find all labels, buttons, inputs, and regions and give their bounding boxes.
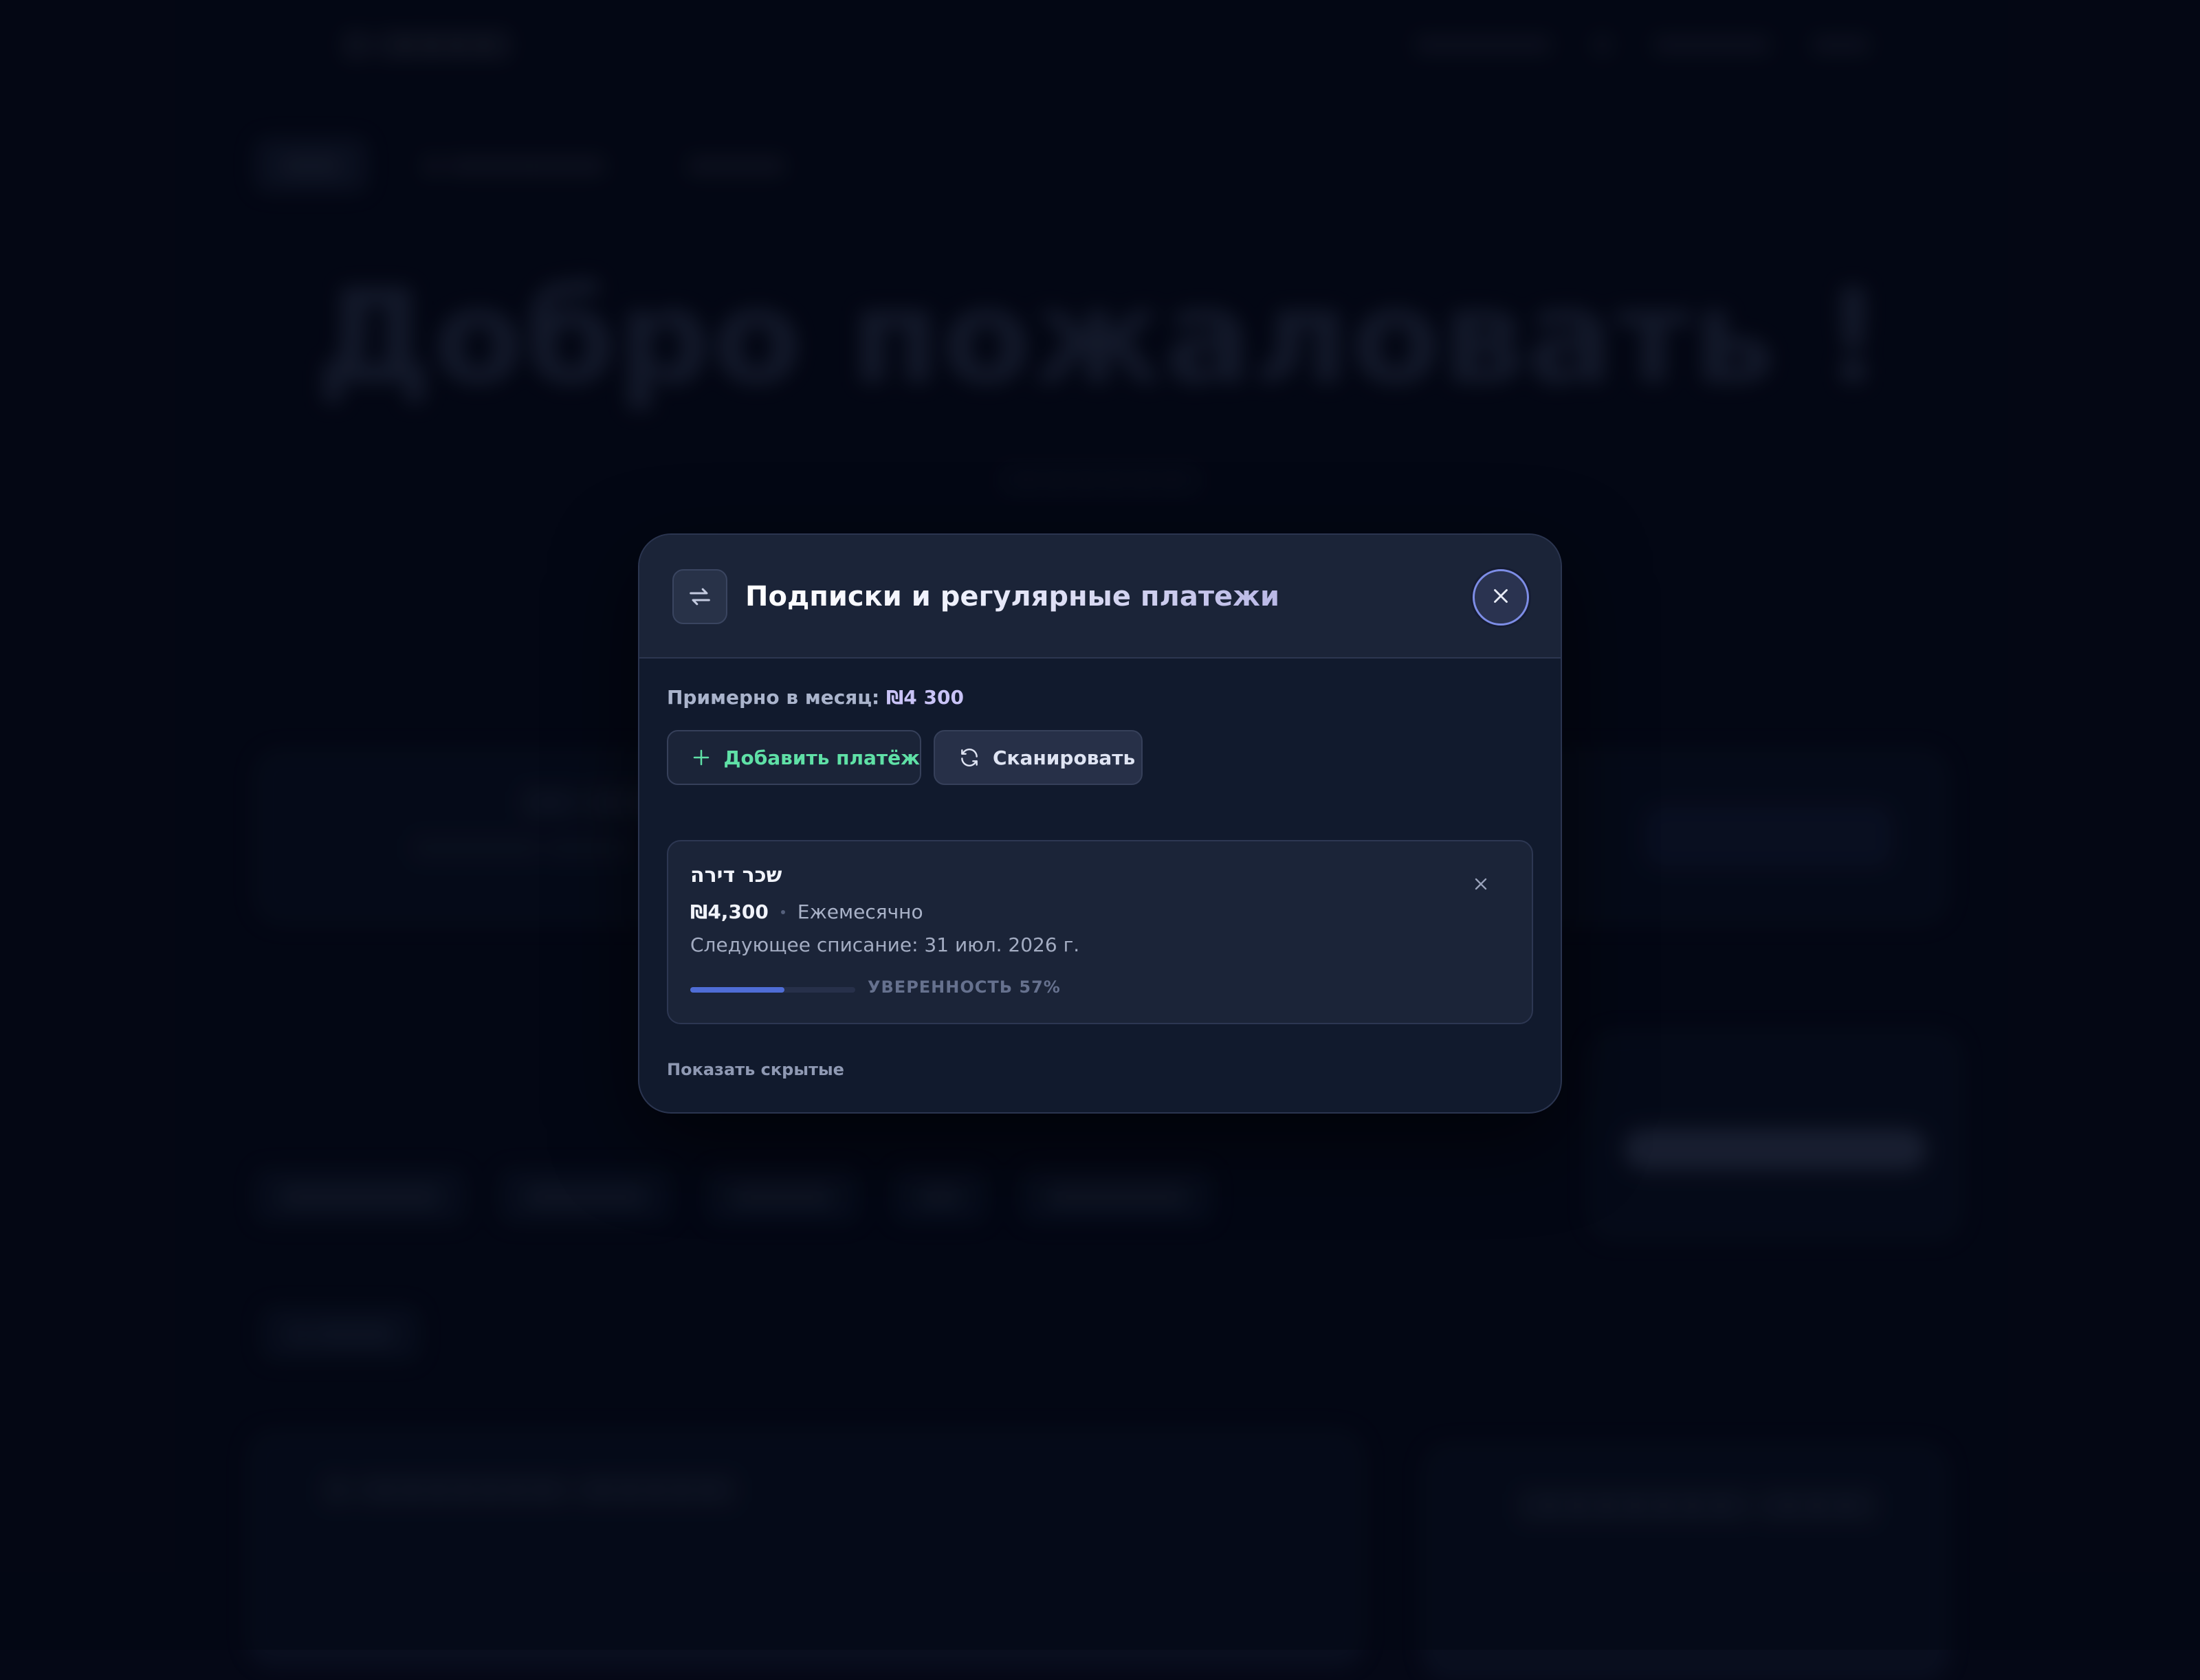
close-button[interactable]: [1473, 569, 1529, 626]
separator-dot: [780, 909, 785, 914]
subscriptions-modal: Подписки и регулярные платежи Примерно в…: [638, 533, 1562, 1114]
subscription-amount: ₪4,300: [690, 900, 769, 923]
repeat-icon: [672, 569, 727, 624]
add-payment-button[interactable]: Добавить платёж: [667, 730, 921, 785]
subscription-item[interactable]: שכר דירה ₪4,300 Ежемесячно Следующее спи…: [667, 840, 1533, 1024]
refresh-icon: [957, 745, 982, 770]
confidence-label: УВЕРЕННОСТЬ 57%: [868, 977, 1061, 997]
modal-header: Подписки и регулярные платежи: [639, 535, 1561, 659]
confidence-bar-fill: [690, 987, 784, 993]
show-hidden-link[interactable]: Показать скрытые: [667, 1060, 844, 1079]
monthly-summary: Примерно в месяц: ₪4 300: [667, 686, 964, 709]
subscription-name: שכר דירה: [690, 863, 782, 887]
remove-subscription-button[interactable]: [1468, 873, 1493, 898]
modal-title: Подписки и регулярные платежи: [745, 576, 1279, 617]
subscription-next-charge: Следующее списание: 31 июл. 2026 г.: [690, 933, 1080, 956]
plus-icon: [690, 745, 713, 770]
confidence-bar: [690, 987, 855, 993]
scan-button[interactable]: Сканировать: [934, 730, 1143, 785]
subscription-frequency: Ежемесячно: [797, 900, 923, 923]
close-icon: [1489, 584, 1512, 610]
subscription-meta: ₪4,300 Ежемесячно: [690, 900, 923, 923]
close-icon: [1471, 874, 1490, 896]
add-payment-label: Добавить платёж: [723, 746, 920, 769]
monthly-summary-amount: ₪4 300: [886, 686, 964, 709]
scan-label: Сканировать: [993, 746, 1136, 769]
monthly-summary-label: Примерно в месяц:: [667, 686, 880, 709]
